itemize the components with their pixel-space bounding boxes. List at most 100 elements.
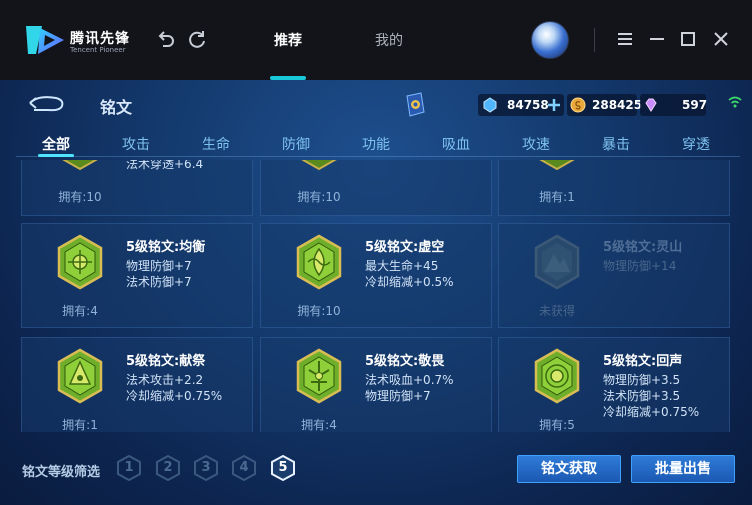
inscription-name: 5级铭文:均衡 <box>126 240 206 255</box>
inscription-attribute: 法术吸血+0.7% <box>365 373 454 387</box>
inscription-name: 5级铭文:回声 <box>603 354 683 369</box>
gold-coin-icon <box>570 97 586 113</box>
inscription-card-sacrifice[interactable]: 5级铭文:献祭 法术攻击+2.2 冷却缩减+0.75% 拥有:1 <box>21 337 253 432</box>
tab-utility[interactable]: 功能 <box>362 134 390 154</box>
inscription-grid: 法术穿透+6.4 拥有:10 拥有:10 拥有:1 5级铭文:均衡 物理防御+7… <box>0 160 752 432</box>
tab-lifesteal[interactable]: 吸血 <box>442 134 470 154</box>
gold-balance: 288425 <box>567 94 642 116</box>
level-filter-3[interactable]: 3 <box>193 454 219 482</box>
inscription-name: 5级铭文:献祭 <box>126 354 206 369</box>
inscription-card-echo[interactable]: 5级铭文:回声 物理防御+3.5 法术防御+3.5 冷却缩减+0.75% 拥有:… <box>498 337 730 432</box>
inscription-gem-icon <box>539 160 575 171</box>
inscription-attribute: 法术防御+3.5 <box>603 389 681 403</box>
tab-critical[interactable]: 暴击 <box>602 134 630 154</box>
inscription-emblem-icon[interactable] <box>404 92 426 118</box>
tab-mine[interactable]: 我的 <box>375 30 403 50</box>
crystal-balance: 84758 <box>478 94 564 116</box>
tab-all[interactable]: 全部 <box>42 134 70 154</box>
minimize-icon[interactable] <box>646 28 668 50</box>
inscription-name: 5级铭文:灵山 <box>603 240 683 255</box>
back-icon[interactable] <box>26 92 66 114</box>
inscription-attribute: 法术防御+7 <box>126 275 192 289</box>
owned-count: 拥有:10 <box>297 190 341 204</box>
inscription-attribute: 物理防御+3.5 <box>603 373 681 387</box>
category-tabs: 全部 攻击 生命 防御 功能 吸血 攻速 暴击 穿透 <box>0 128 752 158</box>
inscription-name: 5级铭文:敬畏 <box>365 354 445 369</box>
inscription-attribute: 法术穿透+6.4 <box>126 160 204 171</box>
level-filter-4[interactable]: 4 <box>231 454 257 482</box>
get-inscription-button[interactable]: 铭文获取 <box>517 455 621 483</box>
owned-count: 拥有:1 <box>539 190 575 204</box>
inscription-name: 5级铭文:虚空 <box>365 240 445 255</box>
add-crystal-icon[interactable] <box>546 97 562 113</box>
spirit-mountain-inscription-icon <box>534 234 580 290</box>
inscription-attribute: 物理防御+14 <box>603 259 677 273</box>
level-number: 3 <box>201 460 211 475</box>
owned-count: 拥有:10 <box>297 304 341 318</box>
tab-defense[interactable]: 防御 <box>282 134 310 154</box>
inscription-card-awe[interactable]: 5级铭文:敬畏 法术吸血+0.7% 物理防御+7 拥有:4 <box>260 337 492 432</box>
inscription-gem-icon <box>301 160 337 171</box>
owned-count: 拥有:10 <box>58 190 102 204</box>
inscription-gem-icon <box>62 160 98 171</box>
tab-divider <box>16 156 740 157</box>
inscription-card[interactable]: 拥有:1 <box>498 160 730 216</box>
balance-inscription-icon <box>57 234 103 290</box>
refresh-icon[interactable] <box>186 28 208 50</box>
tab-penetration[interactable]: 穿透 <box>682 134 710 154</box>
tab-health[interactable]: 生命 <box>202 134 230 154</box>
owned-count: 拥有:1 <box>62 418 98 432</box>
bulk-sell-button[interactable]: 批量出售 <box>631 455 735 483</box>
diamond-balance: 597 <box>640 94 708 116</box>
owned-status: 未获得 <box>538 304 575 318</box>
inscription-attribute: 冷却缩减+0.75% <box>126 389 223 403</box>
level-filter-label: 铭文等级筛选 <box>22 465 101 480</box>
level-filter-5[interactable]: 5 <box>270 454 296 482</box>
close-icon[interactable] <box>710 28 732 50</box>
owned-count: 拥有:4 <box>62 304 98 318</box>
echo-inscription-icon <box>534 348 580 404</box>
logo-icon <box>26 26 64 54</box>
level-filter-2[interactable]: 2 <box>155 454 181 482</box>
inscription-card-void[interactable]: 5级铭文:虚空 最大生命+45 冷却缩减+0.5% 拥有:10 <box>260 223 492 328</box>
inscription-attribute: 物理防御+7 <box>126 259 192 273</box>
logo-text: 腾讯先锋 <box>70 31 130 47</box>
level-number: 4 <box>239 460 249 475</box>
owned-count: 拥有:5 <box>539 418 575 432</box>
maximize-icon[interactable] <box>677 28 699 50</box>
signal-icon <box>728 96 742 108</box>
inscription-attribute: 最大生命+45 <box>365 259 439 273</box>
inscription-attribute: 法术攻击+2.2 <box>126 373 204 387</box>
titlebar-divider <box>594 28 595 52</box>
level-number: 5 <box>278 460 288 475</box>
owned-count: 拥有:4 <box>301 418 337 432</box>
inscription-attribute: 冷却缩减+0.5% <box>365 275 454 289</box>
diamond-icon <box>645 98 657 112</box>
menu-icon[interactable] <box>614 28 636 50</box>
tab-recommend[interactable]: 推荐 <box>274 30 302 50</box>
tab-attack[interactable]: 攻击 <box>122 134 150 154</box>
inscription-card-spirit-mountain[interactable]: 5级铭文:灵山 物理防御+14 未获得 <box>498 223 730 328</box>
level-number: 1 <box>124 460 134 475</box>
diamond-value: 597 <box>682 98 708 112</box>
sacrifice-inscription-icon <box>57 348 103 404</box>
awe-inscription-icon <box>296 348 342 404</box>
inscription-card[interactable]: 法术穿透+6.4 拥有:10 <box>21 160 253 216</box>
crystal-value: 84758 <box>507 98 549 112</box>
panel-header: 铭文 84758 288425 597 <box>0 80 752 128</box>
app-logo[interactable]: 腾讯先锋 Tencent Pioneer <box>24 22 134 58</box>
tab-attack-speed[interactable]: 攻速 <box>522 134 550 154</box>
inscription-card[interactable]: 拥有:10 <box>260 160 492 216</box>
crystal-icon <box>483 97 497 113</box>
title-bar: 腾讯先锋 Tencent Pioneer 推荐 我的 <box>0 0 752 80</box>
logo-subtext: Tencent Pioneer <box>70 46 126 54</box>
avatar[interactable] <box>531 21 569 59</box>
level-number: 2 <box>163 460 173 475</box>
undo-icon[interactable] <box>155 28 177 50</box>
inscription-panel: 铭文 84758 288425 597 全部 攻击 生命 防御 功能 吸血 攻速… <box>0 80 752 505</box>
level-filter-1[interactable]: 1 <box>116 454 142 482</box>
gold-value: 288425 <box>592 98 643 112</box>
active-category-indicator <box>38 154 74 157</box>
inscription-card-balance[interactable]: 5级铭文:均衡 物理防御+7 法术防御+7 拥有:4 <box>21 223 253 328</box>
inscription-attribute: 冷却缩减+0.75% <box>603 405 700 419</box>
